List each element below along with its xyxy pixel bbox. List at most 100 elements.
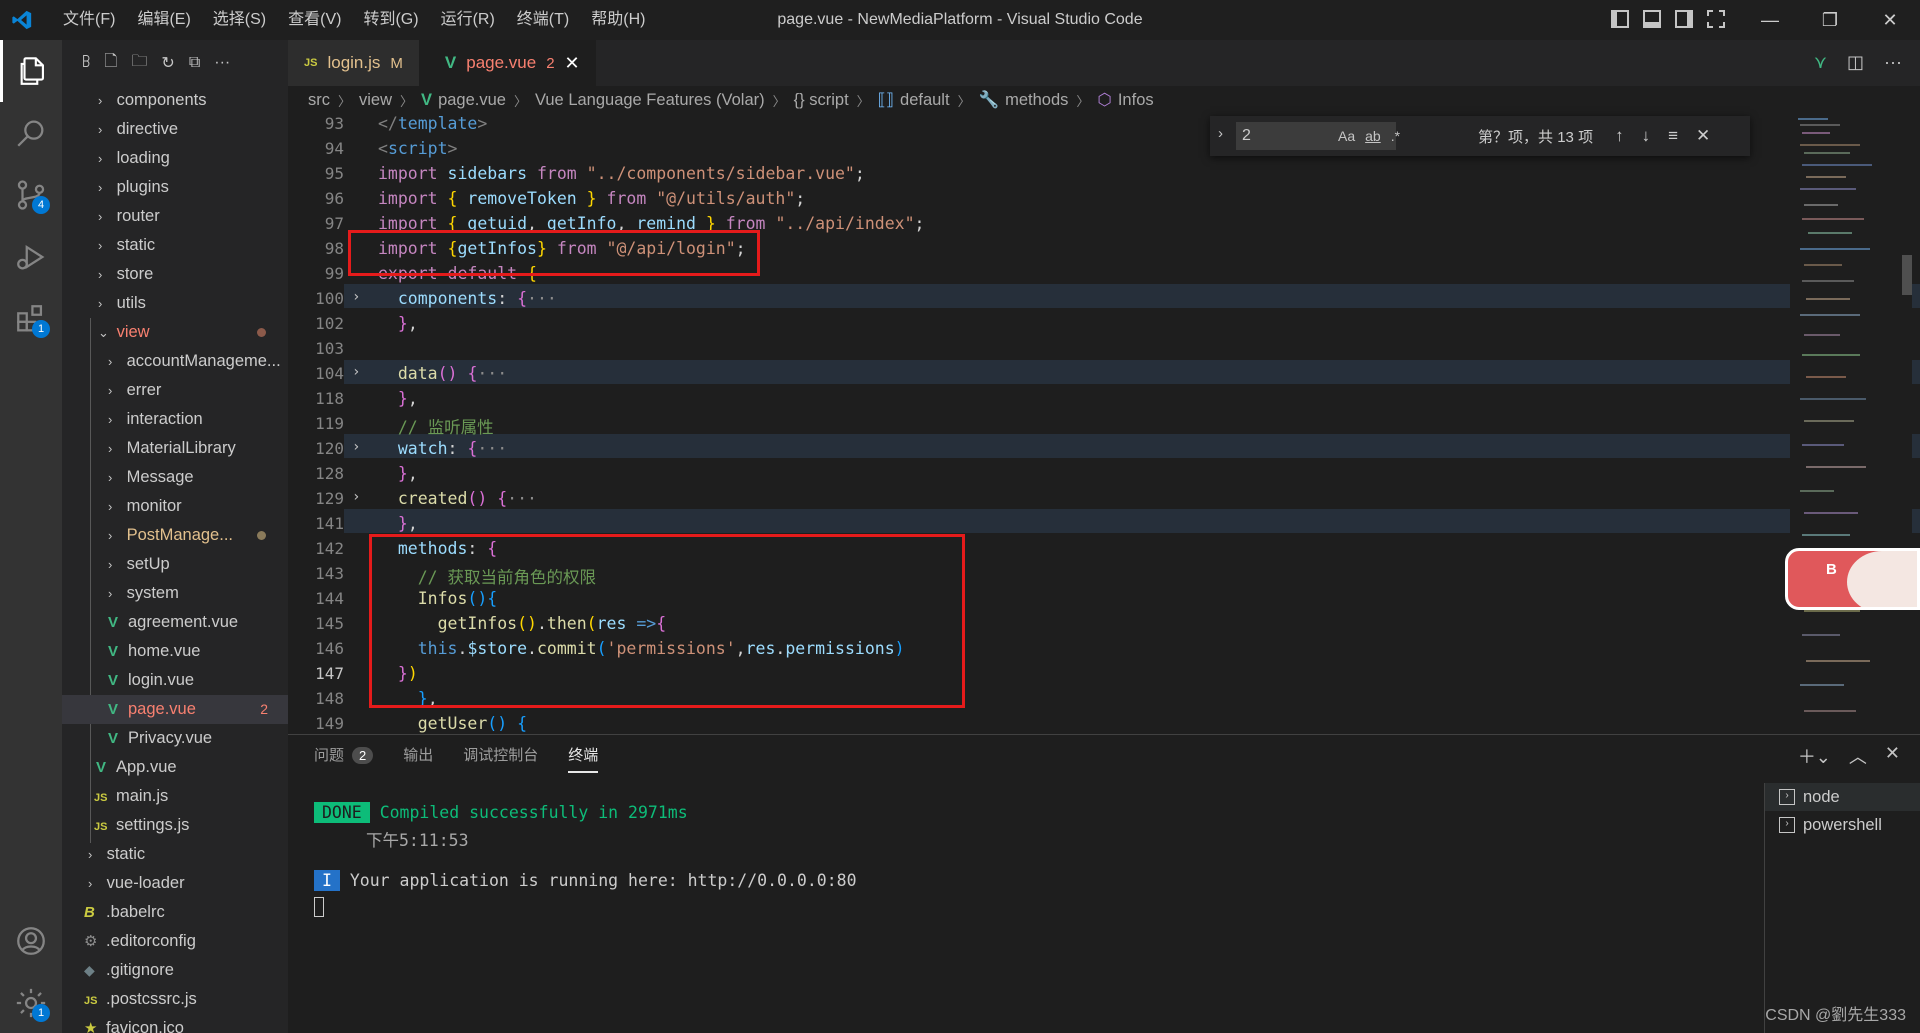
search-icon[interactable] bbox=[0, 102, 62, 164]
close-find-icon[interactable]: ✕ bbox=[1696, 126, 1710, 146]
terminal-item-powershell[interactable]: › powershell bbox=[1765, 811, 1920, 839]
tree-file-login-vue[interactable]: Vlogin.vue bbox=[62, 666, 288, 695]
breadcrumb-methods[interactable]: methods bbox=[1005, 91, 1068, 110]
refresh-icon[interactable]: ↻ bbox=[161, 53, 174, 73]
menu-edit[interactable]: 编辑(E) bbox=[126, 0, 201, 40]
tree-folder-components[interactable]: › components bbox=[62, 86, 288, 115]
menu-help[interactable]: 帮助(H) bbox=[580, 0, 656, 40]
split-editor-icon[interactable]: ◫ bbox=[1847, 52, 1864, 73]
code-editor[interactable]: 93 94 95 96 97 98 99 100 102 103 104 118… bbox=[288, 114, 1920, 734]
breadcrumb-file[interactable]: page.vue bbox=[438, 91, 506, 110]
menu-selection[interactable]: 选择(S) bbox=[202, 0, 277, 40]
tree-folder-system[interactable]: › system bbox=[62, 579, 288, 608]
terminal-item-node[interactable]: › node bbox=[1765, 783, 1920, 811]
tree-folder-static-root[interactable]: › static bbox=[62, 840, 288, 869]
tab-login-js[interactable]: JS login.js M bbox=[288, 40, 419, 86]
tree-file-postcssrc[interactable]: JS .postcssrc.js bbox=[62, 985, 288, 1014]
more-editor-actions-icon[interactable]: ··· bbox=[1884, 52, 1902, 73]
restore-icon[interactable]: ❐ bbox=[1800, 0, 1860, 40]
tree-folder-postmanage[interactable]: › PostManage... bbox=[62, 521, 288, 550]
floating-avatar[interactable]: B bbox=[1785, 548, 1920, 610]
tree-folder-materiallibrary[interactable]: › MaterialLibrary bbox=[62, 434, 288, 463]
tree-file-home[interactable]: Vhome.vue bbox=[62, 637, 288, 666]
menu-terminal[interactable]: 终端(T) bbox=[506, 0, 580, 40]
tree-folder-static[interactable]: › static bbox=[62, 231, 288, 260]
close-tab-icon[interactable]: ✕ bbox=[565, 53, 580, 74]
new-terminal-icon[interactable]: ＋⌄ bbox=[1798, 743, 1831, 769]
tab-output[interactable]: 输出 bbox=[403, 744, 433, 765]
tree-folder-utils[interactable]: › utils bbox=[62, 289, 288, 318]
customize-layout-icon[interactable] bbox=[1707, 10, 1725, 28]
tree-folder-store[interactable]: › store bbox=[62, 260, 288, 289]
tree-folder-loading[interactable]: › loading bbox=[62, 144, 288, 173]
match-word-toggle[interactable]: ab bbox=[1365, 128, 1381, 144]
tree-file-page-vue[interactable]: Vpage.vue 2 bbox=[62, 695, 288, 724]
find-in-selection-icon[interactable]: ≡ bbox=[1668, 126, 1678, 146]
vue-preview-icon[interactable]: ⋎ bbox=[1814, 52, 1827, 73]
minimap[interactable] bbox=[1790, 114, 1912, 734]
next-match-icon[interactable]: ↓ bbox=[1642, 126, 1651, 146]
accounts-icon[interactable] bbox=[0, 910, 62, 972]
run-debug-icon[interactable] bbox=[0, 226, 62, 288]
source-control-icon[interactable]: 4 bbox=[0, 164, 62, 226]
extensions-icon[interactable]: 1 bbox=[0, 288, 62, 350]
tree-folder-view[interactable]: ⌄ view bbox=[62, 318, 288, 347]
menu-run[interactable]: 运行(R) bbox=[430, 0, 506, 40]
tree-file-gitignore[interactable]: ◆ .gitignore bbox=[62, 956, 288, 985]
explorer-icon[interactable] bbox=[0, 40, 62, 102]
previous-match-icon[interactable]: ↑ bbox=[1615, 126, 1624, 146]
terminal-output[interactable]: DONE Compiled successfully in 2971ms 下午5:… bbox=[314, 802, 857, 917]
tree-file-editorconfig[interactable]: ⚙ .editorconfig bbox=[62, 927, 288, 956]
fold-chevron-icon[interactable]: › bbox=[352, 364, 360, 380]
tab-terminal[interactable]: 终端 bbox=[568, 744, 599, 773]
breadcrumb-language[interactable]: Vue Language Features (Volar) bbox=[535, 91, 765, 110]
tree-file-babelrc[interactable]: B .babelrc bbox=[62, 898, 288, 927]
fold-chevron-icon[interactable]: › bbox=[352, 489, 360, 505]
tree-file-settings-js[interactable]: JS settings.js bbox=[62, 811, 288, 840]
maximize-panel-icon[interactable]: ︿ bbox=[1849, 743, 1867, 769]
close-panel-icon[interactable]: ✕ bbox=[1885, 743, 1900, 769]
close-window-icon[interactable]: ✕ bbox=[1860, 0, 1920, 40]
toggle-secondary-sidebar-icon[interactable] bbox=[1675, 10, 1693, 28]
breadcrumb-default[interactable]: default bbox=[900, 91, 950, 110]
menu-view[interactable]: 查看(V) bbox=[277, 0, 352, 40]
collapse-all-icon[interactable]: ⧉ bbox=[189, 54, 200, 72]
regex-toggle[interactable]: .* bbox=[1391, 128, 1400, 144]
tree-file-favicon[interactable]: ★ favicon.ico bbox=[62, 1014, 288, 1033]
tab-page-vue[interactable]: V page.vue 2 ✕ bbox=[418, 40, 596, 86]
tree-folder-router[interactable]: › router bbox=[62, 202, 288, 231]
tree-file-privacy[interactable]: V Privacy.vue bbox=[62, 724, 288, 753]
tree-folder-accountmanagement[interactable]: › accountManageme... bbox=[62, 347, 288, 376]
more-actions-icon[interactable]: ··· bbox=[214, 54, 230, 72]
fold-chevron-icon[interactable]: › bbox=[352, 289, 360, 305]
menu-go[interactable]: 转到(G) bbox=[352, 0, 429, 40]
tree-file-main-js[interactable]: JS main.js bbox=[62, 782, 288, 811]
tab-debug-console[interactable]: 调试控制台 bbox=[463, 744, 538, 765]
manage-gear-icon[interactable]: 1 bbox=[0, 972, 62, 1033]
menu-file[interactable]: 文件(F) bbox=[52, 0, 126, 40]
breadcrumb-src[interactable]: src bbox=[308, 91, 330, 110]
new-folder-icon[interactable]: 🗀 bbox=[131, 50, 147, 77]
tree-folder-errer[interactable]: › errer bbox=[62, 376, 288, 405]
editor-scrollbar[interactable] bbox=[1902, 255, 1912, 295]
breadcrumb-script[interactable]: {} script bbox=[794, 91, 849, 110]
tree-folder-message[interactable]: › Message bbox=[62, 463, 288, 492]
toggle-sidebar-icon[interactable] bbox=[1611, 10, 1629, 28]
breadcrumb-view[interactable]: view bbox=[359, 91, 392, 110]
new-file-icon[interactable]: 🗋 bbox=[105, 50, 118, 77]
toggle-panel-icon[interactable] bbox=[1643, 10, 1661, 28]
tree-folder-plugins[interactable]: › plugins bbox=[62, 173, 288, 202]
fold-chevron-icon[interactable]: › bbox=[352, 439, 360, 455]
breadcrumb-infos[interactable]: Infos bbox=[1118, 91, 1154, 110]
tree-folder-interaction[interactable]: › interaction bbox=[62, 405, 288, 434]
tree-folder-vue-loader[interactable]: › vue-loader bbox=[62, 869, 288, 898]
tree-file-app-vue[interactable]: V App.vue bbox=[62, 753, 288, 782]
collapse-icon[interactable]: ꕗ bbox=[82, 54, 91, 72]
tree-file-agreement[interactable]: Vagreement.vue bbox=[62, 608, 288, 637]
tab-problems[interactable]: 问题 2 bbox=[314, 744, 374, 765]
tree-folder-setup[interactable]: › setUp bbox=[62, 550, 288, 579]
toggle-replace-icon[interactable]: › bbox=[1218, 125, 1223, 142]
tree-folder-monitor[interactable]: › monitor bbox=[62, 492, 288, 521]
tree-folder-directive[interactable]: › directive bbox=[62, 115, 288, 144]
match-case-toggle[interactable]: Aa bbox=[1338, 128, 1355, 144]
